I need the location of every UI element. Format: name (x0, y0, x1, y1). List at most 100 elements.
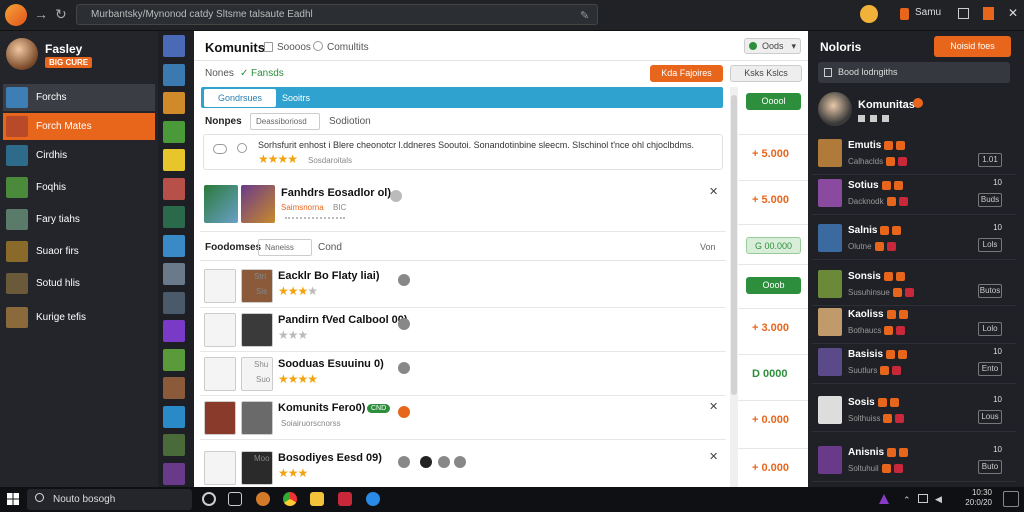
header-tab-1[interactable]: Soooos (277, 42, 311, 53)
game-shortcut-icon[interactable] (163, 377, 185, 399)
section-field[interactable]: Deassiboriosd (250, 113, 320, 130)
status-dropdown[interactable]: Oods ▾ (744, 38, 801, 54)
action-dot-icon[interactable] (420, 456, 432, 468)
sidebar-item[interactable]: Kurige tefis (3, 304, 155, 331)
account-icon[interactable] (900, 8, 909, 20)
game-shortcut-icon[interactable] (163, 177, 185, 200)
taskbar-search-input[interactable]: Nouto bosogh (27, 489, 192, 510)
task-view-icon[interactable] (202, 492, 216, 506)
game-shortcut-icon[interactable] (163, 63, 185, 86)
price-tag[interactable]: + 0.000 (752, 462, 789, 474)
close-icon[interactable]: ✕ (709, 400, 718, 413)
sidebar-item[interactable]: Forchs (3, 84, 155, 111)
price-tag[interactable]: + 5.000 (752, 148, 789, 160)
game-shortcut-icon[interactable] (163, 462, 185, 485)
header-tab-2[interactable]: Comultits (327, 42, 369, 53)
section-link[interactable]: Sodiotion (329, 116, 371, 127)
names-tag[interactable]: Fansds (251, 68, 284, 79)
network-icon[interactable] (918, 494, 928, 503)
window-icon[interactable] (958, 8, 969, 19)
filter-field[interactable]: Naneiss (258, 239, 312, 256)
sidebar-item[interactable]: Foqhis (3, 174, 155, 201)
game-shortcut-icon[interactable] (163, 291, 185, 314)
friends-search-input[interactable]: Bood lodngiths (818, 62, 1010, 83)
action-dot-icon[interactable] (438, 456, 450, 468)
avatar[interactable] (6, 38, 38, 70)
tab-secondary[interactable]: Sooitrs (282, 89, 310, 107)
action-dot-icon[interactable] (398, 406, 410, 418)
notification-icon[interactable] (1003, 491, 1019, 507)
friend-item[interactable]: Sosis Solthuiss 10 Lous (812, 392, 1016, 432)
price-tag[interactable]: + 3.000 (752, 322, 789, 334)
sidebar-item[interactable]: Fary tiahs (3, 206, 155, 233)
user-icon[interactable] (313, 41, 323, 51)
friend-action-button[interactable]: Lolo (978, 322, 1002, 336)
friend-action-button[interactable]: Lous (978, 410, 1002, 424)
price-tag[interactable]: G 00.000 (746, 237, 801, 254)
address-bar[interactable]: Murbantsky/Mynonod catdy Sltsme talsaute… (76, 4, 598, 25)
game-shortcut-icon[interactable] (163, 434, 185, 456)
friend-action-button[interactable]: Buto (978, 460, 1002, 474)
filter-more[interactable]: Von (700, 242, 716, 252)
action-dot-icon[interactable] (454, 456, 466, 468)
featured-row[interactable] (200, 178, 726, 232)
game-shortcut-icon[interactable] (163, 263, 185, 285)
edit-icon[interactable]: ✎ (580, 9, 589, 22)
action-dot-icon[interactable] (398, 456, 410, 468)
friend-action-button[interactable]: Buds (978, 193, 1002, 207)
price-tag[interactable]: D 0000 (752, 368, 787, 380)
close-icon[interactable]: ✕ (709, 185, 718, 198)
forward-icon[interactable]: → (34, 6, 48, 22)
game-shortcut-icon[interactable] (163, 206, 185, 228)
game-shortcut-icon[interactable] (163, 35, 185, 57)
friend-action-button[interactable]: Butos (978, 284, 1002, 298)
friend-item[interactable]: Sotius Dacknodk 10 Buds (812, 175, 1016, 215)
game-shortcut-icon[interactable] (163, 405, 185, 428)
sidebar-item[interactable]: Forch Mates (3, 113, 155, 140)
browser-app-icon[interactable] (256, 492, 270, 506)
game-shortcut-icon[interactable] (163, 149, 185, 171)
game-shortcut-icon[interactable] (163, 320, 185, 342)
sidebar-item[interactable]: Suaor firs (3, 238, 155, 265)
secondary-action-button[interactable]: Ksks Kslcs (730, 65, 802, 82)
game-shortcut-icon[interactable] (163, 92, 185, 114)
price-tag[interactable]: Ooool (746, 93, 801, 110)
sidebar-item[interactable]: Sotud hlis (3, 270, 155, 297)
friend-action-button[interactable]: 1.01 (978, 153, 1002, 167)
scrollbar-thumb[interactable] (731, 95, 737, 395)
add-friends-button[interactable]: Noisid foes (934, 36, 1011, 57)
game-shortcut-icon[interactable] (163, 348, 185, 371)
game-shortcut-icon[interactable] (163, 120, 185, 143)
tab-active[interactable]: Gondrsues (204, 89, 276, 107)
edge-icon[interactable] (366, 492, 380, 506)
price-tag[interactable]: Ooob (746, 277, 801, 294)
volume-icon[interactable]: ◀ (935, 494, 942, 505)
chrome-icon[interactable] (283, 492, 297, 506)
price-tag[interactable]: + 0.000 (752, 414, 789, 426)
action-dot-icon[interactable] (398, 362, 410, 374)
widgets-icon[interactable] (228, 492, 242, 506)
filter-link[interactable]: Cond (318, 242, 342, 253)
action-dot-icon[interactable] (398, 274, 410, 286)
friend-item[interactable]: Anisnis Soltuhuil 10 Buto (812, 442, 1016, 482)
info-dot-icon[interactable] (390, 190, 402, 202)
friend-item[interactable]: Sonsis Susuhinsue Butos (812, 266, 1016, 306)
friend-item[interactable]: Emutis Calhaclds 1.01 (812, 135, 1016, 175)
friend-action-button[interactable]: Lols (978, 238, 1002, 252)
game-shortcut-icon[interactable] (163, 234, 185, 257)
folder-icon[interactable] (310, 492, 324, 506)
avatar[interactable] (818, 92, 852, 126)
account-label[interactable]: Samu (915, 7, 941, 18)
price-tag[interactable]: + 5.000 (752, 194, 789, 206)
action-dot-icon[interactable] (398, 318, 410, 330)
chevron-up-icon[interactable]: ⌃ (903, 495, 911, 506)
primary-action-button[interactable]: Kda Fajoires (650, 65, 723, 82)
sidebar-item[interactable]: Cirdhis (3, 142, 155, 169)
store-icon[interactable] (338, 492, 352, 506)
close-icon[interactable]: ✕ (1008, 6, 1018, 20)
friend-item[interactable]: Salnis Olutne 10 Lols (812, 220, 1016, 260)
friend-item[interactable]: Basisis Suutlurs 10 Ento (812, 344, 1016, 384)
system-clock[interactable]: 10:30 20:0/20 (958, 488, 992, 508)
downloads-icon[interactable] (983, 7, 994, 20)
reload-icon[interactable]: ↻ (55, 6, 67, 23)
